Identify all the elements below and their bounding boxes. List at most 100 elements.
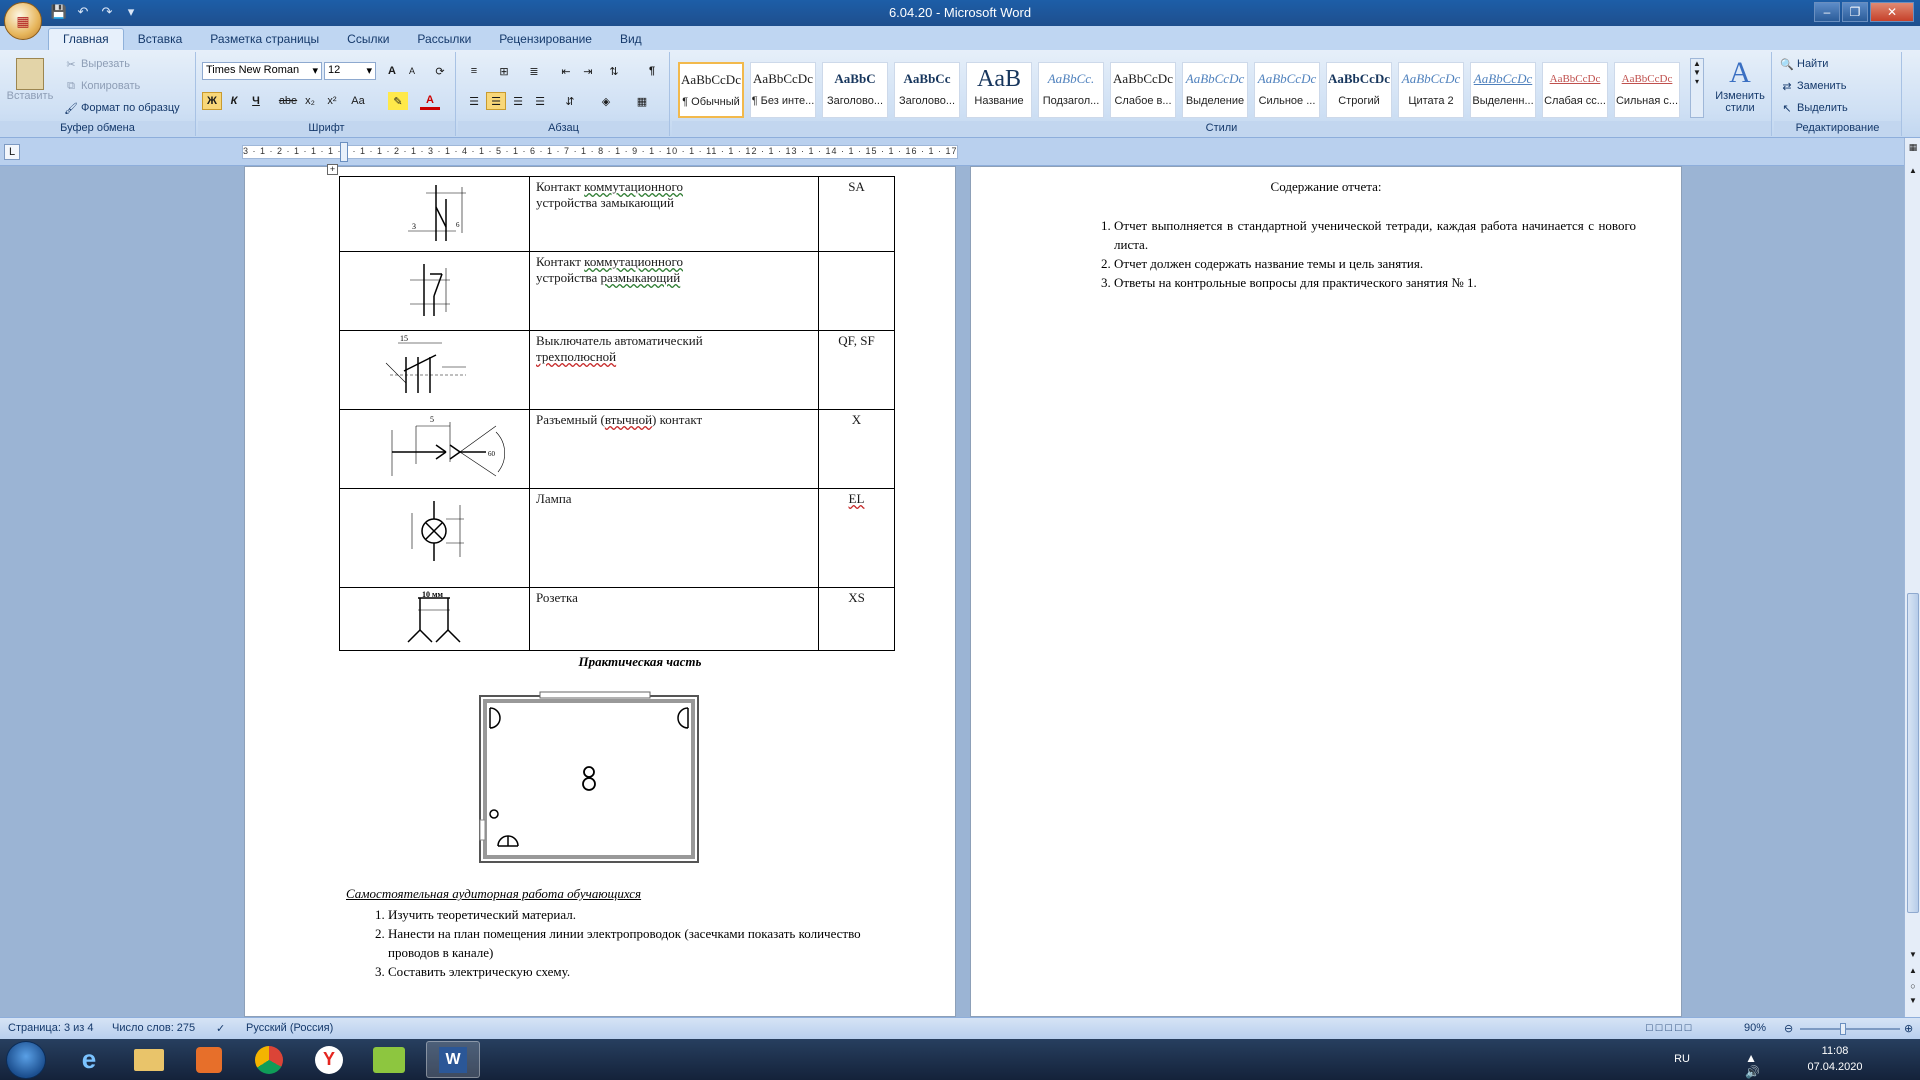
start-button[interactable] [6, 1041, 46, 1079]
shading-icon[interactable]: ◈ [596, 92, 616, 110]
strikethrough-button[interactable]: abe [278, 92, 298, 110]
word-count[interactable]: Число слов: 275 [112, 1022, 195, 1034]
bullets-icon[interactable]: ≡ [464, 62, 484, 80]
change-styles-button[interactable]: A Изменить стили [1710, 56, 1770, 114]
tab-insert[interactable]: Вставка [124, 29, 197, 50]
style-name: Слабое в... [1114, 95, 1172, 107]
cut-button[interactable]: ✂ Вырезать [64, 58, 130, 71]
style-item[interactable]: AaBbCc Заголово... [894, 62, 960, 118]
tray-date[interactable]: 07.04.2020 [1800, 1061, 1870, 1073]
style-item[interactable]: AaBbCc. Подзагол... [1038, 62, 1104, 118]
font-size-select[interactable]: 12 ▾ [324, 62, 376, 80]
style-item[interactable]: AaBbCcDc ¶ Обычный [678, 62, 744, 118]
zoom-in-icon[interactable]: ⊕ [1904, 1022, 1913, 1035]
yandex-icon[interactable]: Y [302, 1041, 356, 1078]
symbols-table[interactable]: 3 6 Контакт коммутационного устройства з… [339, 176, 895, 651]
align-left-icon[interactable]: ☰ [464, 92, 484, 110]
tab-references[interactable]: Ссылки [333, 29, 403, 50]
vertical-scrollbar[interactable]: ▦ ▲ ▼ ▲ ○ ▼ [1904, 138, 1920, 1017]
style-item[interactable]: AaBbCcDc Выделение [1182, 62, 1248, 118]
increase-indent-icon[interactable]: ⇥ [578, 62, 598, 80]
line-spacing-icon[interactable]: ⇵ [560, 92, 580, 110]
table-move-handle-icon[interactable]: + [327, 164, 338, 175]
document-page-right[interactable] [970, 166, 1682, 1017]
styles-scroll[interactable]: ▲ ▼ ▾ [1690, 58, 1704, 118]
style-item[interactable]: AaBbCcDc ¶ Без инте... [750, 62, 816, 118]
copy-button[interactable]: ⧉ Копировать [64, 80, 140, 92]
tab-mailings[interactable]: Рассылки [403, 29, 485, 50]
zoom-slider[interactable] [1800, 1028, 1900, 1030]
word-taskbar-icon[interactable]: W [426, 1041, 480, 1078]
tab-page-layout[interactable]: Разметка страницы [196, 29, 333, 50]
tray-time[interactable]: 11:08 [1800, 1045, 1870, 1057]
prev-page-icon[interactable]: ▲ [1907, 966, 1919, 975]
change-case-button[interactable]: Aa [348, 92, 368, 110]
align-center-icon[interactable]: ☰ [486, 92, 506, 110]
align-right-icon[interactable]: ☰ [508, 92, 528, 110]
language[interactable]: Русский (Россия) [246, 1022, 333, 1034]
ruler-toggle-icon[interactable]: ▦ [1907, 142, 1919, 154]
multilevel-list-icon[interactable]: ≣ [524, 62, 544, 80]
spellcheck-icon[interactable]: ✓ [216, 1022, 225, 1035]
clear-format-icon[interactable]: ⟳ [430, 62, 450, 80]
grow-font-button[interactable]: A [382, 62, 402, 80]
show-marks-icon[interactable]: ¶ [642, 62, 662, 80]
borders-icon[interactable]: ▦ [632, 92, 652, 110]
tab-view[interactable]: Вид [606, 29, 656, 50]
find-button[interactable]: 🔍 Найти [1780, 58, 1828, 71]
format-painter-button[interactable]: 🖌 Формат по образцу [64, 102, 180, 115]
tray-language[interactable]: RU [1674, 1053, 1690, 1065]
media-player-icon[interactable] [182, 1041, 236, 1078]
room-plan[interactable] [478, 690, 702, 866]
style-item[interactable]: AaBbCcDc Выделенн... [1470, 62, 1536, 118]
scroll-up-icon[interactable]: ▲ [1907, 166, 1919, 175]
scroll-down-icon[interactable]: ▼ [1907, 950, 1919, 959]
minimize-icon[interactable]: – [1814, 2, 1840, 22]
font-name-select[interactable]: Times New Roman ▾ [202, 62, 322, 80]
underline-button[interactable]: Ч [246, 92, 266, 110]
replace-button[interactable]: ⇄ Заменить [1780, 80, 1846, 93]
style-item[interactable]: AaBbCcDc Строгий [1326, 62, 1392, 118]
highlight-icon[interactable]: ✎ [388, 92, 408, 110]
tab-selector-icon[interactable]: L [4, 144, 20, 160]
style-item[interactable]: AaBbC Заголово... [822, 62, 888, 118]
office-button[interactable]: ▦ [4, 2, 42, 40]
tab-home[interactable]: Главная [48, 28, 124, 50]
select-button[interactable]: ↖ Выделить [1780, 102, 1847, 115]
view-buttons[interactable]: □ □ □ □ □ [1646, 1022, 1691, 1034]
zoom-out-icon[interactable]: ⊖ [1784, 1022, 1793, 1035]
page-count[interactable]: Страница: 3 из 4 [8, 1022, 94, 1034]
ruler-indent-marker[interactable] [340, 142, 348, 162]
italic-button[interactable]: К [224, 92, 244, 110]
numbering-icon[interactable]: ⊞ [494, 62, 514, 80]
justify-icon[interactable]: ☰ [530, 92, 550, 110]
ie-icon[interactable]: e [62, 1041, 116, 1078]
style-item[interactable]: AaBbCcDc Слабая сс... [1542, 62, 1608, 118]
next-page-icon[interactable]: ▼ [1907, 996, 1919, 1005]
style-item[interactable]: AaBbCcDc Слабое в... [1110, 62, 1176, 118]
decrease-indent-icon[interactable]: ⇤ [556, 62, 576, 80]
paste-button[interactable]: Вставить [6, 56, 54, 118]
chrome-icon[interactable] [242, 1041, 296, 1078]
superscript-button[interactable]: x² [322, 92, 342, 110]
font-color-icon[interactable]: A [420, 92, 440, 110]
subscript-button[interactable]: x₂ [300, 92, 320, 110]
sort-icon[interactable]: ⇅ [604, 62, 624, 80]
tray-icons[interactable]: ▲ 🔊 ⚑ ▣ [1745, 1051, 1760, 1080]
zoom-level[interactable]: 90% [1744, 1022, 1766, 1034]
explorer-icon[interactable] [122, 1041, 176, 1078]
close-icon[interactable]: ✕ [1870, 2, 1914, 22]
browse-object-icon[interactable]: ○ [1907, 981, 1919, 991]
restore-icon[interactable]: ❐ [1842, 2, 1868, 22]
zoom-slider-thumb[interactable] [1840, 1023, 1846, 1035]
eye-app-icon[interactable] [362, 1041, 416, 1078]
style-item[interactable]: AaBbCcDc Цитата 2 [1398, 62, 1464, 118]
style-item[interactable]: AaBbCcDc Сильная с... [1614, 62, 1680, 118]
scroll-thumb[interactable] [1907, 593, 1919, 913]
tab-review[interactable]: Рецензирование [485, 29, 606, 50]
style-item[interactable]: AaBbCcDc Сильное ... [1254, 62, 1320, 118]
shrink-font-button[interactable]: A [402, 62, 422, 80]
horizontal-ruler[interactable]: 3 · 1 · 2 · 1 · 1 · 1 · · · 1 · 1 · 2 · … [242, 145, 958, 159]
bold-button[interactable]: Ж [202, 92, 222, 110]
style-item[interactable]: AaB Название [966, 62, 1032, 118]
